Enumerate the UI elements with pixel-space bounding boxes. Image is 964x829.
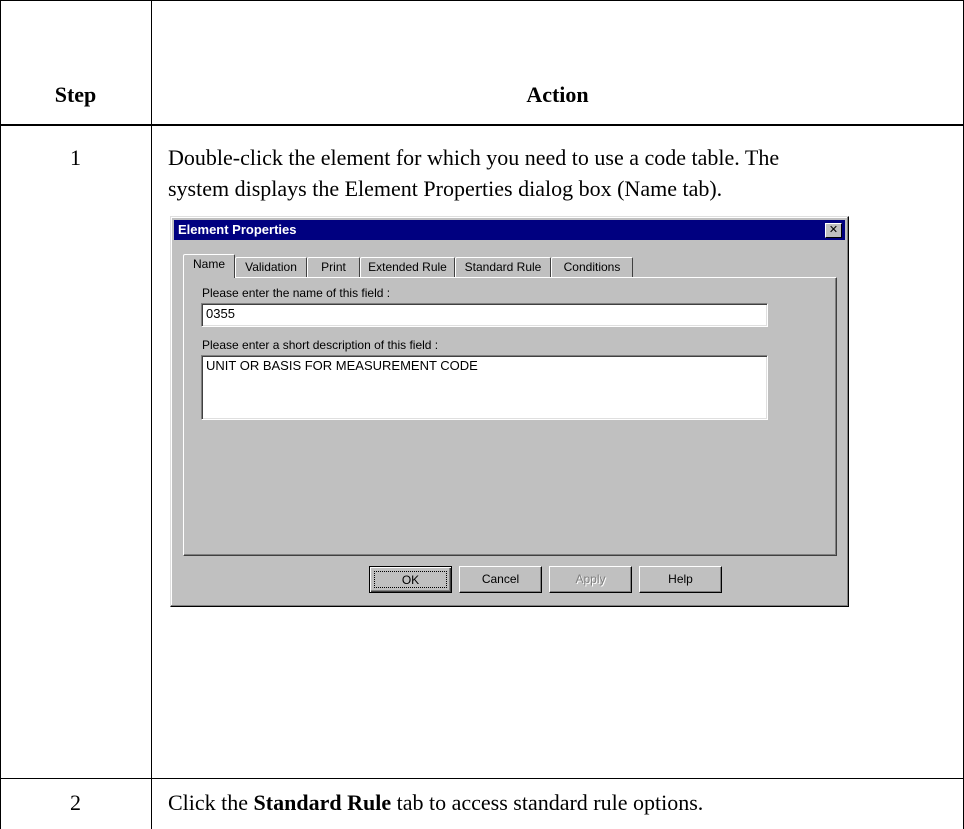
cancel-button[interactable]: Cancel: [459, 566, 542, 593]
step-2-text-after: tab to access standard rule options.: [391, 790, 704, 815]
description-field[interactable]: UNIT OR BASIS FOR MEASUREMENT CODE: [201, 355, 768, 420]
header-step: Step: [54, 82, 97, 107]
step-2-text-before: Click the: [168, 790, 254, 815]
element-properties-dialog: Element Properties ✕ Name Validation Pri…: [170, 216, 849, 607]
header-divider: [0, 124, 964, 126]
header-action: Action: [526, 82, 589, 107]
ok-button-label: OK: [374, 571, 447, 588]
name-tab-panel: Please enter the name of this field : 03…: [183, 277, 837, 556]
dialog-titlebar[interactable]: Element Properties ✕: [174, 220, 845, 240]
step-2-text: Click the Standard Rule tab to access st…: [168, 788, 703, 818]
tab-conditions[interactable]: Conditions: [551, 257, 633, 277]
tab-standard-rule[interactable]: Standard Rule: [455, 257, 551, 277]
name-label: Please enter the name of this field :: [202, 286, 391, 300]
apply-button[interactable]: Apply: [549, 566, 632, 593]
help-button[interactable]: Help: [639, 566, 722, 593]
row-divider: [0, 778, 964, 779]
step-2-text-bold: Standard Rule: [253, 790, 392, 815]
tab-validation[interactable]: Validation: [235, 257, 307, 277]
tab-name[interactable]: Name: [183, 254, 235, 278]
table-top-border: [0, 0, 964, 1]
step-1-text-line2: system displays the Element Properties d…: [168, 176, 723, 201]
name-field[interactable]: 0355: [201, 303, 768, 327]
close-icon[interactable]: ✕: [825, 223, 842, 238]
tab-print[interactable]: Print: [307, 257, 360, 277]
dialog-title: Element Properties: [178, 222, 297, 237]
step-1-text-line1: Double-click the element for which you n…: [168, 145, 780, 170]
tab-extended-rule[interactable]: Extended Rule: [360, 257, 455, 277]
step-number-1: 1: [70, 145, 81, 170]
step-number-2: 2: [70, 790, 81, 815]
description-label: Please enter a short description of this…: [202, 338, 439, 352]
ok-button[interactable]: OK: [369, 566, 452, 593]
